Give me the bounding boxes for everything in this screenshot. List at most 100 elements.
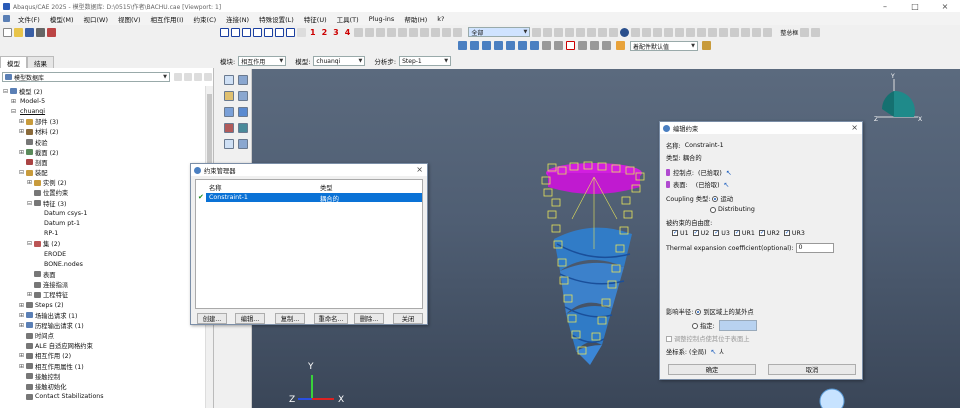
dof-u3-checkbox[interactable] [713, 229, 719, 236]
dof-u3[interactable]: U3 [713, 229, 730, 237]
col-name-header[interactable]: 名称 [209, 183, 222, 192]
expand-toggle-icon[interactable]: ⊞ [18, 322, 25, 329]
mesh-icon[interactable] [708, 27, 718, 37]
select-cell-icon[interactable] [264, 27, 273, 37]
thermal-input[interactable]: 0 [795, 243, 834, 253]
expand-toggle-icon[interactable]: ⊞ [18, 312, 25, 319]
tree-expand-icon[interactable] [184, 73, 192, 81]
info-icon[interactable] [620, 27, 630, 37]
render-wireframe-icon[interactable] [482, 41, 491, 50]
color-code-icon[interactable] [602, 41, 611, 50]
tree-item[interactable]: Contact Stabilizations [0, 392, 212, 402]
triad-icon[interactable] [297, 27, 306, 37]
replace-icon[interactable] [543, 27, 553, 37]
tree-item[interactable]: BONE.nodes [0, 259, 212, 269]
view-3-button[interactable]: 3 [333, 28, 339, 37]
tree-item[interactable]: ERODE [0, 249, 212, 259]
display-group-icon[interactable] [532, 27, 542, 37]
undo-icon[interactable] [675, 27, 685, 37]
zoom-box-icon[interactable] [387, 27, 397, 37]
influence-specify-radio[interactable] [692, 322, 698, 329]
pan-icon[interactable] [354, 27, 364, 37]
table-row[interactable]: Constraint-1 耦合的 [206, 193, 422, 203]
iso-view-icon[interactable] [442, 27, 452, 37]
cursor-pick-icon[interactable]: ↖ [711, 348, 717, 356]
assembly-icon[interactable] [730, 27, 740, 37]
step-combo[interactable]: Step-1 ▼ [399, 56, 452, 66]
select-region-icon[interactable] [275, 27, 284, 37]
select-edge-icon[interactable] [242, 27, 251, 37]
tab-results[interactable]: 结果 [27, 56, 54, 68]
coupling-distributing-radio[interactable] [710, 206, 716, 213]
tree-item[interactable]: ⊞ 截面 (2) [0, 147, 212, 157]
menu-special[interactable]: 特殊设置(L) [254, 14, 299, 24]
csys-axes-icon[interactable]: ⅄ [719, 348, 723, 356]
tree-item[interactable]: ⊟ 装配 [0, 168, 212, 178]
color-palette-icon[interactable] [616, 41, 625, 50]
tree-item[interactable]: ⊟ chuanqi [0, 106, 212, 116]
ok-button[interactable]: 确定 [668, 364, 756, 375]
view-1-button[interactable]: 1 [310, 28, 316, 37]
field-icon[interactable] [238, 139, 248, 149]
create-button[interactable]: 创建... [197, 313, 227, 324]
copy-button[interactable]: 复制... [275, 313, 305, 324]
remove-icon[interactable] [565, 27, 575, 37]
collapse-toggle-icon[interactable]: ⊟ [26, 240, 33, 247]
query-icon[interactable] [631, 27, 641, 37]
coupling-kinematic-radio[interactable] [712, 195, 719, 202]
expand-toggle-icon[interactable]: ⊞ [18, 302, 25, 309]
connector-manager-icon[interactable] [238, 123, 248, 133]
menu-view[interactable]: 视图(V) [113, 14, 146, 24]
refresh-icon[interactable] [697, 27, 707, 37]
render-edges-icon[interactable] [518, 41, 527, 50]
cursor-pick-icon[interactable]: ↖ [724, 181, 730, 189]
collapse-toggle-icon[interactable]: ⊟ [2, 88, 9, 95]
color-mapping-combo[interactable]: 着配件默认值 ▼ [630, 41, 698, 51]
dof-ur3[interactable]: UR3 [783, 229, 805, 237]
print-icon[interactable] [36, 27, 45, 37]
text-tool-icon[interactable] [566, 41, 575, 50]
collapse-toggle-icon[interactable]: ⊟ [10, 108, 17, 115]
tree-item[interactable]: 接触初始化 [0, 381, 212, 391]
new-file-icon[interactable] [3, 27, 12, 37]
color-options-icon[interactable] [702, 41, 711, 50]
toolbar-right-label[interactable]: 整总框 [780, 28, 798, 37]
close-icon[interactable]: × [416, 165, 423, 174]
tree-item[interactable]: ⊞ 场输出请求 (1) [0, 310, 212, 320]
plugin-icon[interactable] [47, 27, 56, 37]
influence-radius-input[interactable] [718, 320, 757, 331]
render-hidden-icon[interactable] [653, 27, 663, 37]
tree-item[interactable]: ⊞ 实例 (2) [0, 178, 212, 188]
constraint-manager-icon[interactable] [238, 107, 248, 117]
save-icon[interactable] [25, 27, 34, 37]
collapse-toggle-icon[interactable]: ⊟ [18, 169, 25, 176]
rename-button[interactable]: 重命名... [314, 313, 348, 324]
menu-constraint[interactable]: 约束(C) [189, 14, 222, 24]
minimize-button[interactable]: – [870, 0, 900, 12]
material-icon[interactable] [752, 27, 762, 37]
tree-item[interactable]: ⊞ 相互作用属性 (1) [0, 361, 212, 371]
select-all-icon[interactable] [286, 27, 295, 37]
tree-item[interactable]: ⊞ 历程输出请求 (1) [0, 320, 212, 330]
annotation-icon[interactable] [578, 41, 587, 50]
cube-icon[interactable] [800, 27, 810, 37]
line-tool-icon[interactable] [542, 41, 551, 50]
influence-outer-radio[interactable] [695, 308, 702, 315]
render-shaded-icon[interactable] [664, 27, 674, 37]
edit-constraint-titlebar[interactable]: 编辑约束 [660, 122, 862, 134]
constraint-manager-titlebar[interactable]: 约束管理器 [191, 164, 427, 176]
tree-item[interactable]: ALE 自适应网格约束 [0, 341, 212, 351]
tree-item[interactable]: ⊞ 部件 (3) [0, 117, 212, 127]
tree-item[interactable]: ⊞ 材料 (2) [0, 127, 212, 137]
tree-item[interactable]: Datum pt-1 [0, 218, 212, 228]
tree-item[interactable]: Datum csys-1 [0, 208, 212, 218]
constraint-create-icon[interactable] [224, 107, 234, 117]
tree-item[interactable]: ⊞ Model-5 [0, 96, 212, 106]
tree-item[interactable]: 时间点 [0, 331, 212, 341]
magnify-icon[interactable] [376, 27, 386, 37]
front-view-icon[interactable] [453, 27, 463, 37]
tree-filter-combo[interactable]: 模型数据库 ▼ [2, 72, 170, 82]
menu-help[interactable]: 帮助(H) [399, 14, 432, 24]
rotate-icon[interactable] [365, 27, 375, 37]
load-icon[interactable] [763, 27, 773, 37]
